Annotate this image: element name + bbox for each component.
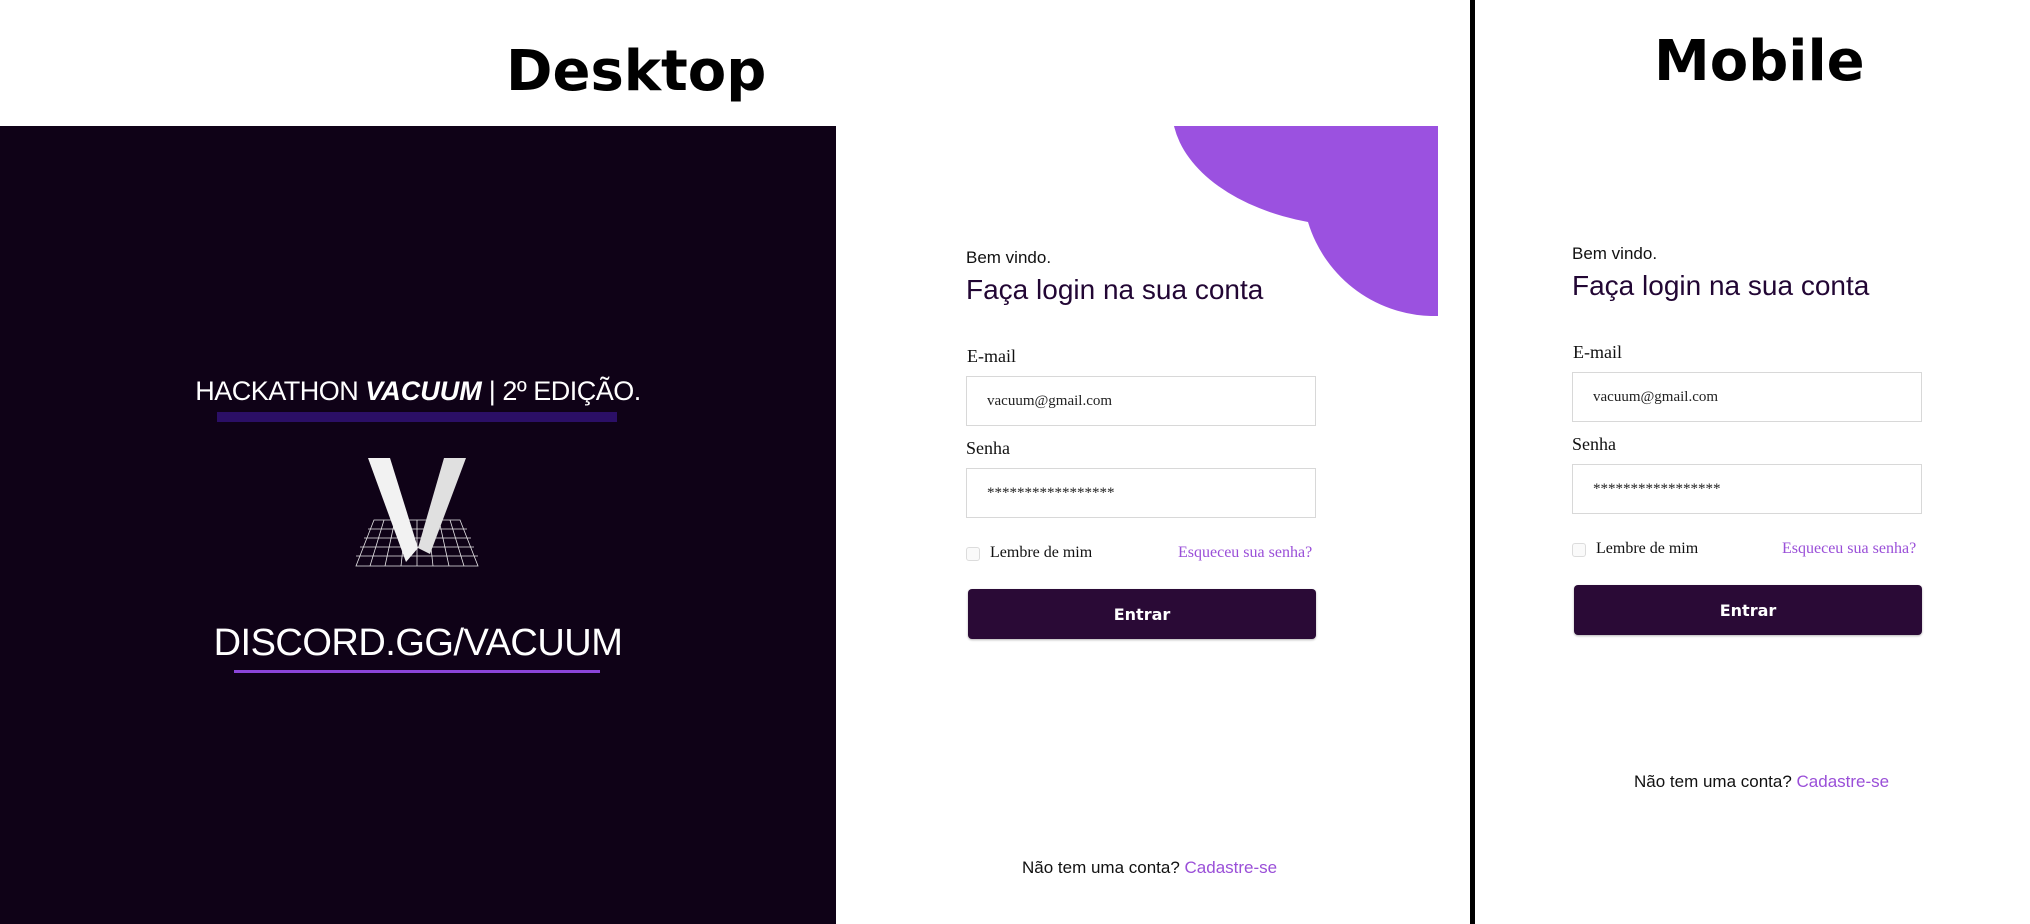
mobile-forgot-password-link[interactable]: Esqueceu sua senha? [1782, 540, 1916, 558]
event-prefix: HACKATHON [195, 376, 366, 406]
event-name: VACUUM [365, 376, 482, 406]
mobile-password-field[interactable]: ***************** [1572, 464, 1922, 514]
desktop-heading: Desktop [506, 39, 767, 104]
password-field[interactable]: ***************** [966, 468, 1316, 518]
mobile-email-label: E-mail [1573, 342, 1622, 362]
mobile-login-button[interactable]: Entrar [1574, 585, 1922, 635]
mobile-login-title: Faça login na sua conta [1572, 270, 1870, 301]
vacuum-logo-icon [352, 458, 482, 570]
discord-underline [234, 670, 600, 673]
forgot-password-link[interactable]: Esqueceu sua senha? [1178, 544, 1312, 562]
email-field[interactable]: vacuum@gmail.com [966, 376, 1316, 426]
welcome-text: Bem vindo. [966, 248, 1052, 267]
mobile-signup-link[interactable]: Cadastre-se [1797, 772, 1890, 791]
discord-link-text: DISCORD.GG/VACUUM [213, 622, 623, 664]
mobile-remember-checkbox[interactable] [1572, 543, 1586, 557]
event-title: HACKATHON VACUUM | 2º EDIÇÃO. [0, 376, 836, 407]
login-title: Faça login na sua conta [966, 274, 1264, 305]
mobile-heading: Mobile [1654, 29, 1865, 94]
signup-link[interactable]: Cadastre-se [1185, 858, 1278, 877]
signup-prompt: Não tem uma conta? Cadastre-se [1022, 858, 1277, 878]
mobile-welcome-text: Bem vindo. [1572, 244, 1658, 263]
remember-checkbox[interactable] [966, 547, 980, 561]
event-edition: | 2º EDIÇÃO. [481, 376, 641, 406]
mobile-password-label: Senha [1572, 434, 1616, 454]
mobile-remember-label: Lembre de mim [1596, 540, 1699, 557]
branding-panel: HACKATHON VACUUM | 2º EDIÇÃO. DISCORD.GG… [0, 126, 836, 924]
email-label: E-mail [967, 346, 1016, 366]
event-title-underline [217, 412, 617, 422]
password-label: Senha [966, 438, 1010, 458]
remember-label: Lembre de mim [990, 544, 1093, 561]
mobile-no-account-text: Não tem uma conta? [1634, 772, 1797, 791]
mobile-email-field[interactable]: vacuum@gmail.com [1572, 372, 1922, 422]
login-button[interactable]: Entrar [968, 589, 1316, 639]
mobile-signup-prompt: Não tem uma conta? Cadastre-se [1634, 772, 1889, 792]
section-divider [1470, 0, 1475, 924]
no-account-text: Não tem uma conta? [1022, 858, 1185, 877]
